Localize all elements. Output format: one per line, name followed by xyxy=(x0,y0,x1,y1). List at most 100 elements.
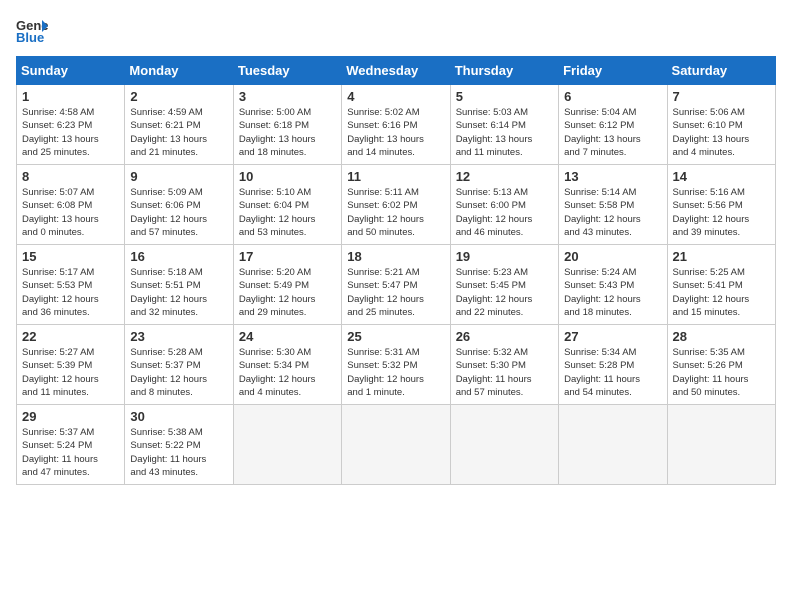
calendar-cell: 15Sunrise: 5:17 AM Sunset: 5:53 PM Dayli… xyxy=(17,245,125,325)
calendar-cell: 30 Sunrise: 5:38 AM Sunset: 5:22 PM Dayli… xyxy=(125,405,233,485)
day-info: Sunrise: 5:30 AM Sunset: 5:34 PM Dayligh… xyxy=(239,346,336,399)
day-number: 5 xyxy=(456,89,553,104)
calendar-cell: 21 Sunrise: 5:25 AM Sunset: 5:41 PM Dayli… xyxy=(667,245,775,325)
calendar-cell: 9 Sunrise: 5:09 AM Sunset: 6:06 PM Daylig… xyxy=(125,165,233,245)
day-info: Sunrise: 4:59 AM Sunset: 6:21 PM Dayligh… xyxy=(130,106,227,159)
day-info: Sunrise: 5:35 AM Sunset: 5:26 PM Dayligh… xyxy=(673,346,770,399)
calendar-cell: 12 Sunrise: 5:13 AM Sunset: 6:00 PM Dayli… xyxy=(450,165,558,245)
day-number: 21 xyxy=(673,249,770,264)
weekday-header: SundayMondayTuesdayWednesdayThursdayFrid… xyxy=(17,57,776,85)
day-number: 12 xyxy=(456,169,553,184)
day-info: Sunrise: 5:18 AM Sunset: 5:51 PM Dayligh… xyxy=(130,266,227,319)
day-number: 3 xyxy=(239,89,336,104)
calendar-cell: 22 Sunrise: 5:27 AM Sunset: 5:39 PM Dayli… xyxy=(17,325,125,405)
calendar-cell: 23 Sunrise: 5:28 AM Sunset: 5:37 PM Dayli… xyxy=(125,325,233,405)
calendar-cell: 11 Sunrise: 5:11 AM Sunset: 6:02 PM Dayli… xyxy=(342,165,450,245)
weekday-monday: Monday xyxy=(125,57,233,85)
day-number: 30 xyxy=(130,409,227,424)
day-info: Sunrise: 5:24 AM Sunset: 5:43 PM Dayligh… xyxy=(564,266,661,319)
day-number: 4 xyxy=(347,89,444,104)
day-info: Sunrise: 4:58 AM Sunset: 6:23 PM Dayligh… xyxy=(22,106,119,159)
calendar-cell: 1 Sunrise: 4:58 AM Sunset: 6:23 PM Daylig… xyxy=(17,85,125,165)
day-info: Sunrise: 5:21 AM Sunset: 5:47 PM Dayligh… xyxy=(347,266,444,319)
day-number: 26 xyxy=(456,329,553,344)
calendar-cell: 14 Sunrise: 5:16 AM Sunset: 5:56 PM Dayli… xyxy=(667,165,775,245)
day-info: Sunrise: 5:02 AM Sunset: 6:16 PM Dayligh… xyxy=(347,106,444,159)
day-info: Sunrise: 5:34 AM Sunset: 5:28 PM Dayligh… xyxy=(564,346,661,399)
calendar-cell: 24Sunrise: 5:30 AM Sunset: 5:34 PM Dayli… xyxy=(233,325,341,405)
day-number: 18 xyxy=(347,249,444,264)
calendar-cell xyxy=(667,405,775,485)
day-number: 14 xyxy=(673,169,770,184)
calendar-table: SundayMondayTuesdayWednesdayThursdayFrid… xyxy=(16,56,776,485)
day-number: 20 xyxy=(564,249,661,264)
calendar-cell: 28 Sunrise: 5:35 AM Sunset: 5:26 PM Dayli… xyxy=(667,325,775,405)
calendar-cell xyxy=(233,405,341,485)
calendar-cell: 27Sunrise: 5:34 AM Sunset: 5:28 PM Dayli… xyxy=(559,325,667,405)
calendar-week-4: 22 Sunrise: 5:27 AM Sunset: 5:39 PM Dayli… xyxy=(17,325,776,405)
weekday-friday: Friday xyxy=(559,57,667,85)
day-info: Sunrise: 5:23 AM Sunset: 5:45 PM Dayligh… xyxy=(456,266,553,319)
day-number: 9 xyxy=(130,169,227,184)
day-info: Sunrise: 5:20 AM Sunset: 5:49 PM Dayligh… xyxy=(239,266,336,319)
day-info: Sunrise: 5:14 AM Sunset: 5:58 PM Dayligh… xyxy=(564,186,661,239)
calendar-cell xyxy=(342,405,450,485)
calendar-week-2: 8 Sunrise: 5:07 AM Sunset: 6:08 PM Daylig… xyxy=(17,165,776,245)
day-number: 22 xyxy=(22,329,119,344)
calendar-cell: 4 Sunrise: 5:02 AM Sunset: 6:16 PM Daylig… xyxy=(342,85,450,165)
calendar-cell: 16Sunrise: 5:18 AM Sunset: 5:51 PM Dayli… xyxy=(125,245,233,325)
day-number: 10 xyxy=(239,169,336,184)
day-number: 13 xyxy=(564,169,661,184)
day-number: 2 xyxy=(130,89,227,104)
day-info: Sunrise: 5:04 AM Sunset: 6:12 PM Dayligh… xyxy=(564,106,661,159)
calendar-cell: 26Sunrise: 5:32 AM Sunset: 5:30 PM Dayli… xyxy=(450,325,558,405)
calendar-cell: 2 Sunrise: 4:59 AM Sunset: 6:21 PM Daylig… xyxy=(125,85,233,165)
day-info: Sunrise: 5:25 AM Sunset: 5:41 PM Dayligh… xyxy=(673,266,770,319)
day-info: Sunrise: 5:17 AM Sunset: 5:53 PM Dayligh… xyxy=(22,266,119,319)
calendar-cell: 10 Sunrise: 5:10 AM Sunset: 6:04 PM Dayli… xyxy=(233,165,341,245)
day-number: 17 xyxy=(239,249,336,264)
day-info: Sunrise: 5:06 AM Sunset: 6:10 PM Dayligh… xyxy=(673,106,770,159)
calendar-cell: 20 Sunrise: 5:24 AM Sunset: 5:43 PM Dayli… xyxy=(559,245,667,325)
day-number: 1 xyxy=(22,89,119,104)
day-info: Sunrise: 5:09 AM Sunset: 6:06 PM Dayligh… xyxy=(130,186,227,239)
day-number: 6 xyxy=(564,89,661,104)
weekday-tuesday: Tuesday xyxy=(233,57,341,85)
svg-text:Blue: Blue xyxy=(16,30,44,44)
calendar-cell: 18 Sunrise: 5:21 AM Sunset: 5:47 PM Dayli… xyxy=(342,245,450,325)
day-info: Sunrise: 5:11 AM Sunset: 6:02 PM Dayligh… xyxy=(347,186,444,239)
day-info: Sunrise: 5:28 AM Sunset: 5:37 PM Dayligh… xyxy=(130,346,227,399)
day-info: Sunrise: 5:10 AM Sunset: 6:04 PM Dayligh… xyxy=(239,186,336,239)
day-number: 7 xyxy=(673,89,770,104)
calendar-cell xyxy=(559,405,667,485)
calendar-week-3: 15Sunrise: 5:17 AM Sunset: 5:53 PM Dayli… xyxy=(17,245,776,325)
day-info: Sunrise: 5:03 AM Sunset: 6:14 PM Dayligh… xyxy=(456,106,553,159)
calendar-cell: 5 Sunrise: 5:03 AM Sunset: 6:14 PM Daylig… xyxy=(450,85,558,165)
weekday-wednesday: Wednesday xyxy=(342,57,450,85)
calendar-cell: 25Sunrise: 5:31 AM Sunset: 5:32 PM Dayli… xyxy=(342,325,450,405)
day-info: Sunrise: 5:16 AM Sunset: 5:56 PM Dayligh… xyxy=(673,186,770,239)
weekday-thursday: Thursday xyxy=(450,57,558,85)
weekday-sunday: Sunday xyxy=(17,57,125,85)
day-info: Sunrise: 5:07 AM Sunset: 6:08 PM Dayligh… xyxy=(22,186,119,239)
calendar-cell: 13 Sunrise: 5:14 AM Sunset: 5:58 PM Dayli… xyxy=(559,165,667,245)
header: General Blue xyxy=(16,16,776,44)
day-number: 28 xyxy=(673,329,770,344)
calendar-week-5: 29Sunrise: 5:37 AM Sunset: 5:24 PM Dayli… xyxy=(17,405,776,485)
day-number: 23 xyxy=(130,329,227,344)
weekday-saturday: Saturday xyxy=(667,57,775,85)
day-info: Sunrise: 5:13 AM Sunset: 6:00 PM Dayligh… xyxy=(456,186,553,239)
calendar-cell: 3Sunrise: 5:00 AM Sunset: 6:18 PM Daylig… xyxy=(233,85,341,165)
day-number: 19 xyxy=(456,249,553,264)
day-number: 11 xyxy=(347,169,444,184)
calendar-cell: 19 Sunrise: 5:23 AM Sunset: 5:45 PM Dayli… xyxy=(450,245,558,325)
calendar-cell: 17 Sunrise: 5:20 AM Sunset: 5:49 PM Dayli… xyxy=(233,245,341,325)
day-info: Sunrise: 5:37 AM Sunset: 5:24 PM Dayligh… xyxy=(22,426,119,479)
calendar-cell: 7 Sunrise: 5:06 AM Sunset: 6:10 PM Daylig… xyxy=(667,85,775,165)
day-info: Sunrise: 5:27 AM Sunset: 5:39 PM Dayligh… xyxy=(22,346,119,399)
day-info: Sunrise: 5:31 AM Sunset: 5:32 PM Dayligh… xyxy=(347,346,444,399)
day-info: Sunrise: 5:38 AM Sunset: 5:22 PM Dayligh… xyxy=(130,426,227,479)
calendar-cell xyxy=(450,405,558,485)
day-number: 8 xyxy=(22,169,119,184)
logo-icon: General Blue xyxy=(16,16,48,44)
